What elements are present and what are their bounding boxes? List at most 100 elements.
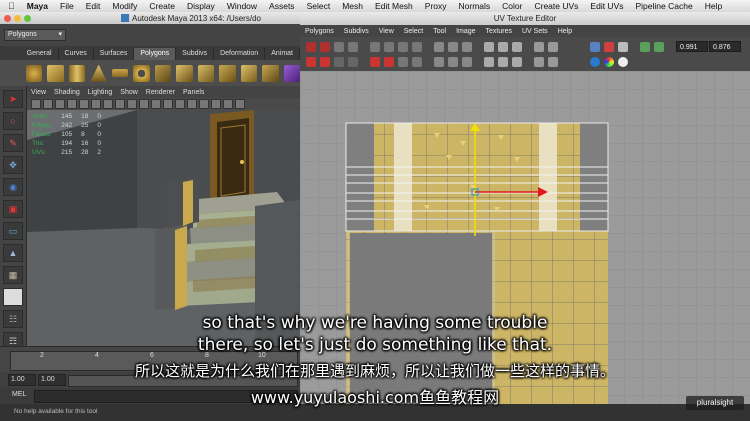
flip-v-icon[interactable]: [320, 42, 330, 52]
grid-uvs-icon[interactable]: [412, 57, 422, 67]
uv-menu-image[interactable]: Image: [451, 28, 480, 35]
viewport-menu-lighting[interactable]: Lighting: [84, 89, 117, 96]
sew-uv-icon[interactable]: [320, 57, 330, 67]
pixel-snap-icon[interactable]: [484, 57, 494, 67]
textured-icon[interactable]: [187, 99, 197, 109]
grid-icon[interactable]: [79, 99, 89, 109]
extract-icon[interactable]: [197, 64, 215, 82]
toggle-shade-icon[interactable]: [640, 42, 650, 52]
camera-attrs-icon[interactable]: [43, 99, 53, 109]
remove-isolate-icon[interactable]: [462, 42, 472, 52]
uv-menu-tool[interactable]: Tool: [428, 28, 451, 35]
u-value-field[interactable]: 0.991: [676, 41, 708, 52]
menu-proxy[interactable]: Proxy: [419, 1, 453, 11]
last-tool-icon[interactable]: ▦: [3, 266, 23, 284]
menu-window[interactable]: Window: [221, 1, 263, 11]
menu-assets[interactable]: Assets: [263, 1, 301, 11]
combine-icon[interactable]: [154, 64, 172, 82]
uv-menu-polygons[interactable]: Polygons: [300, 28, 339, 35]
paste-uvs-icon[interactable]: [448, 57, 458, 67]
menu-edit[interactable]: Edit: [80, 1, 107, 11]
uv-menu-textures[interactable]: Textures: [481, 28, 517, 35]
menu-create[interactable]: Create: [143, 1, 181, 11]
resolution-gate-icon[interactable]: [103, 99, 113, 109]
poly-torus-icon[interactable]: [133, 64, 150, 82]
lights-icon[interactable]: [199, 99, 209, 109]
menu-set-dropdown[interactable]: Polygons ▾: [4, 29, 66, 41]
zoom-window-button[interactable]: [24, 14, 31, 22]
close-window-button[interactable]: [4, 14, 11, 22]
texture-borders-icon[interactable]: [512, 57, 522, 67]
film-gate-icon[interactable]: [91, 99, 101, 109]
align-max-v-icon[interactable]: [412, 42, 422, 52]
isolate-icon[interactable]: [235, 99, 245, 109]
cycle-uvs-icon[interactable]: [462, 57, 472, 67]
move-tool-icon[interactable]: ✥: [3, 156, 23, 174]
align-min-v-icon[interactable]: [398, 42, 408, 52]
copy-uvs-icon[interactable]: [434, 57, 444, 67]
menu-normals[interactable]: Normals: [453, 1, 497, 11]
lasso-tool-icon[interactable]: ○: [3, 112, 23, 130]
tab-polygons[interactable]: Polygons: [134, 48, 177, 60]
menu-create-uvs[interactable]: Create UVs: [528, 1, 584, 11]
menu-edit-uvs[interactable]: Edit UVs: [584, 1, 629, 11]
display-image-icon[interactable]: [484, 42, 494, 52]
menu-edit-mesh[interactable]: Edit Mesh: [369, 1, 419, 11]
soft-mod-icon[interactable]: ▲: [3, 244, 23, 262]
camera-icon[interactable]: [31, 99, 41, 109]
rotate-cw-icon[interactable]: [348, 42, 358, 52]
menu-select[interactable]: Select: [301, 1, 337, 11]
tab-surfaces[interactable]: Surfaces: [94, 48, 135, 60]
menu-mesh[interactable]: Mesh: [336, 1, 369, 11]
color-wheel-icon[interactable]: [604, 57, 614, 67]
image-ratio-icon[interactable]: [548, 57, 558, 67]
isolate-select-icon[interactable]: [434, 42, 444, 52]
apple-icon[interactable]: : [0, 1, 21, 11]
uv-snapshot-icon[interactable]: [590, 42, 600, 52]
safe-action-icon[interactable]: [139, 99, 149, 109]
toggle-filter-icon[interactable]: [654, 42, 664, 52]
uv-menu-select[interactable]: Select: [399, 28, 428, 35]
view-grid-icon[interactable]: [512, 42, 522, 52]
uv-smudge-icon[interactable]: [618, 42, 628, 52]
add-isolate-icon[interactable]: [448, 42, 458, 52]
menu-file[interactable]: File: [54, 1, 80, 11]
tab-curves[interactable]: Curves: [59, 48, 94, 60]
field-chart-icon[interactable]: [127, 99, 137, 109]
poly-sphere-icon[interactable]: [26, 64, 43, 82]
wireframe-on-shaded-icon[interactable]: [175, 99, 185, 109]
select-tool-icon[interactable]: ➤: [3, 90, 23, 108]
poly-plane-icon[interactable]: [111, 69, 129, 77]
separate-icon[interactable]: [176, 64, 193, 82]
poly-cylinder-icon[interactable]: [68, 64, 86, 82]
minimize-window-button[interactable]: [14, 14, 21, 22]
menu-color[interactable]: Color: [496, 1, 528, 11]
bookmark-icon[interactable]: [55, 99, 65, 109]
cut-uv-icon[interactable]: [306, 57, 316, 67]
align-max-u-icon[interactable]: [384, 42, 394, 52]
tab-deformation[interactable]: Deformation: [214, 48, 266, 60]
tab-general[interactable]: General: [21, 48, 59, 60]
checker-icon[interactable]: [534, 42, 544, 52]
tab-animation[interactable]: Animat: [265, 48, 300, 60]
menu-modify[interactable]: Modify: [106, 1, 143, 11]
poly-cube-icon[interactable]: [47, 64, 64, 82]
wireframe-icon[interactable]: [151, 99, 161, 109]
image-plane-icon[interactable]: [67, 99, 77, 109]
uv-lattice-icon[interactable]: [604, 42, 614, 52]
viewport-menu-panels[interactable]: Panels: [179, 89, 208, 96]
tab-subdivs[interactable]: Subdivs: [176, 48, 215, 60]
rotate-tool-icon[interactable]: ◉: [3, 178, 23, 196]
unfold-icon[interactable]: [398, 57, 408, 67]
shaded-uv-icon[interactable]: [498, 57, 508, 67]
poly-cone-icon[interactable]: [90, 64, 107, 82]
v-value-field[interactable]: 0.876: [709, 41, 741, 52]
uv-menu-view[interactable]: View: [374, 28, 399, 35]
smooth-icon[interactable]: [219, 64, 236, 82]
app-menu[interactable]: Maya: [21, 1, 54, 11]
scale-tool-icon[interactable]: ▣: [3, 200, 23, 218]
layout-single-icon[interactable]: [3, 288, 23, 306]
uv-menu-subdivs[interactable]: Subdivs: [339, 28, 374, 35]
layout-uvs-icon[interactable]: [370, 57, 380, 67]
select-shell-icon[interactable]: [348, 57, 358, 67]
